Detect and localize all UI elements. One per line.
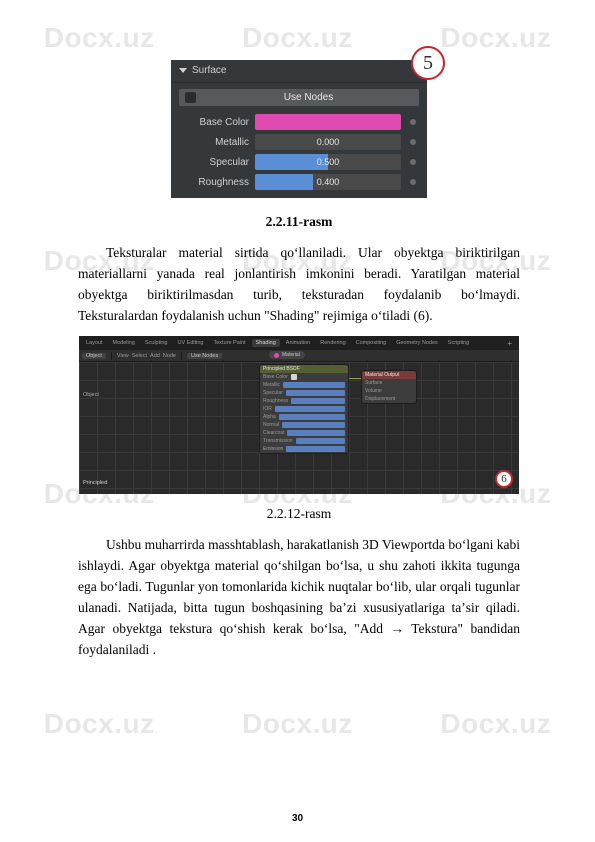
page-number: 30	[0, 813, 595, 824]
node-socket-row[interactable]: Roughness	[260, 397, 348, 405]
prop-metallic: Metallic 0.000	[171, 134, 427, 150]
prop-label: Roughness	[179, 177, 249, 188]
tab-modeling[interactable]: Modeling	[109, 339, 139, 347]
badge-5: 5	[411, 46, 445, 80]
tab-sculpting[interactable]: Sculpting	[141, 339, 172, 347]
surface-panel: 5 Surface Use Nodes Base Color Metallic …	[171, 60, 427, 198]
tab-scripting[interactable]: Scripting	[444, 339, 473, 347]
tab-layout[interactable]: Layout	[82, 339, 107, 347]
material-name: Material	[282, 352, 300, 358]
node-socket-row[interactable]: Emission	[260, 445, 348, 453]
use-nodes-button[interactable]: Use Nodes	[179, 89, 419, 106]
prop-dot-icon[interactable]	[410, 139, 416, 145]
editor-mode-chip[interactable]: Object	[82, 353, 106, 359]
metallic-value: 0.000	[255, 134, 401, 150]
watermark-text: Docx.uz	[44, 22, 155, 54]
node-title: Material Output	[362, 371, 416, 379]
page-content: 5 Surface Use Nodes Base Color Metallic …	[78, 60, 520, 670]
prop-dot-icon[interactable]	[410, 179, 416, 185]
panel-header[interactable]: Surface	[171, 60, 427, 83]
node-socket-row[interactable]: Clearcoat	[260, 429, 348, 437]
menu-node[interactable]: Node	[163, 353, 176, 359]
tab-shading[interactable]: Shading	[252, 339, 280, 347]
prop-label: Metallic	[179, 137, 249, 148]
tab-rendering[interactable]: Rendering	[316, 339, 349, 347]
use-nodes-toggle[interactable]: Use Nodes	[187, 353, 222, 359]
watermark-text: Docx.uz	[440, 708, 551, 740]
watermark-text: Docx.uz	[242, 708, 353, 740]
specular-value: 0.500	[255, 154, 401, 170]
metallic-slider[interactable]: 0.000	[255, 134, 401, 150]
badge-6: 6	[495, 470, 513, 488]
object-mode-label: Object	[83, 392, 99, 398]
shading-screenshot: Layout Modeling Sculpting UV Editing Tex…	[79, 336, 519, 494]
watermark-row: Docx.uz Docx.uz Docx.uz	[0, 22, 595, 54]
tab-animation[interactable]: Animation	[282, 339, 314, 347]
menu-view[interactable]: View	[117, 353, 129, 359]
node-graph-area[interactable]: Material Object Principled BSDF Base Col…	[79, 362, 519, 494]
roughness-value: 0.400	[255, 174, 401, 190]
node-socket-row[interactable]: Specular	[260, 389, 348, 397]
material-selector[interactable]: Material	[269, 351, 305, 359]
menu-add[interactable]: Add	[150, 353, 160, 359]
tab-uv-editing[interactable]: UV Editing	[173, 339, 207, 347]
node-socket-row[interactable]: Displacement	[362, 395, 416, 403]
paragraph-2: Ushbu muharrirda masshtablash, harakatla…	[78, 534, 520, 660]
figure-1: 5 Surface Use Nodes Base Color Metallic …	[78, 60, 520, 198]
node-material-output[interactable]: Material Output Surface Volume Displacem…	[361, 370, 417, 404]
tab-texture-paint[interactable]: Texture Paint	[209, 339, 249, 347]
caption-2: 2.2.12-rasm	[78, 506, 520, 522]
watermark-row: Docx.uz Docx.uz Docx.uz	[0, 708, 595, 740]
watermark-text: Docx.uz	[242, 22, 353, 54]
prop-dot-icon[interactable]	[410, 119, 416, 125]
node-principled-bsdf[interactable]: Principled BSDF Base Color Metallic Spec…	[259, 364, 349, 454]
menu-select[interactable]: Select	[132, 353, 147, 359]
node-socket-row[interactable]: Surface	[362, 379, 416, 387]
use-nodes-label: Use Nodes	[204, 92, 413, 103]
node-socket-row[interactable]: Normal	[260, 421, 348, 429]
tab-compositing[interactable]: Compositing	[352, 339, 391, 347]
workspace-tabs: Layout Modeling Sculpting UV Editing Tex…	[79, 336, 519, 350]
node-footer-label: Principled	[83, 480, 107, 486]
prop-dot-icon[interactable]	[410, 159, 416, 165]
panel-title: Surface	[192, 65, 226, 76]
node-socket-row[interactable]: Metallic	[260, 381, 348, 389]
node-socket-row[interactable]: Base Color	[260, 373, 348, 381]
prop-specular: Specular 0.500	[171, 154, 427, 170]
material-color-dot-icon	[274, 353, 279, 358]
node-socket-row[interactable]: Transmission	[260, 437, 348, 445]
node-socket-row[interactable]: IOR	[260, 405, 348, 413]
specular-slider[interactable]: 0.500	[255, 154, 401, 170]
node-title: Principled BSDF	[260, 365, 348, 373]
figure-2: Layout Modeling Sculpting UV Editing Tex…	[78, 336, 520, 494]
watermark-text: Docx.uz	[440, 22, 551, 54]
prop-roughness: Roughness 0.400	[171, 174, 427, 190]
add-tab-button[interactable]: +	[503, 339, 516, 348]
prop-label: Specular	[179, 157, 249, 168]
paragraph-1: Teksturalar material sirtida qoʻllanilad…	[78, 242, 520, 326]
chevron-down-icon	[179, 68, 187, 73]
separator	[181, 352, 182, 360]
separator	[111, 352, 112, 360]
node-socket-row[interactable]: Volume	[362, 387, 416, 395]
node-socket-row[interactable]: Alpha	[260, 413, 348, 421]
prop-label: Base Color	[179, 117, 249, 128]
caption-1: 2.2.11-rasm	[78, 214, 520, 230]
prop-base-color: Base Color	[171, 114, 427, 130]
watermark-text: Docx.uz	[44, 708, 155, 740]
base-color-swatch[interactable]	[255, 114, 401, 130]
tab-geometry-nodes[interactable]: Geometry Nodes	[392, 339, 442, 347]
node-icon	[185, 92, 196, 103]
roughness-slider[interactable]: 0.400	[255, 174, 401, 190]
